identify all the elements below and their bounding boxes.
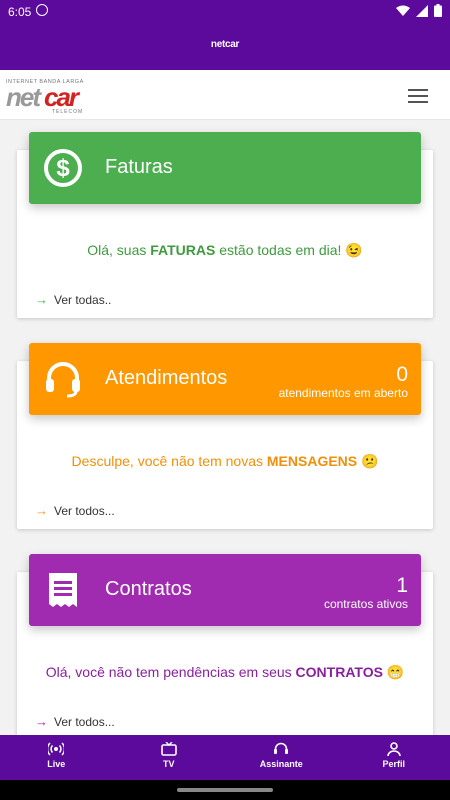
nav-assinante[interactable]: Assinante bbox=[225, 735, 338, 780]
atendimentos-title: Atendimentos bbox=[105, 367, 228, 389]
gesture-bar bbox=[0, 780, 450, 800]
headset-icon bbox=[46, 362, 80, 398]
contratos-count-label: contratos ativos bbox=[323, 597, 408, 611]
netcar-logo[interactable]: INTERNET BANDA LARGA net car TELECOM bbox=[6, 76, 98, 116]
faturas-card-header[interactable]: $ Faturas bbox=[29, 132, 421, 204]
contratos-count: 1 bbox=[396, 574, 408, 597]
svg-text:$: $ bbox=[56, 155, 70, 182]
atendimentos-count: 0 bbox=[396, 363, 408, 386]
app-header: INTERNET BANDA LARGA net car TELECOM bbox=[0, 70, 450, 120]
contratos-see-all-link[interactable]: → Ver todos... bbox=[35, 714, 115, 729]
contratos-title: Contratos bbox=[105, 578, 192, 600]
arrow-right-icon: → bbox=[35, 503, 48, 518]
dollar-icon: $ bbox=[44, 149, 82, 187]
faturas-card: $ Faturas Olá, suas FATURAS estão todas … bbox=[17, 132, 433, 318]
atendimentos-count-label: atendimentos em aberto bbox=[278, 386, 408, 400]
receipt-icon bbox=[49, 573, 77, 607]
svg-text:car: car bbox=[44, 82, 81, 112]
arrow-right-icon: → bbox=[35, 714, 48, 729]
contratos-card-header[interactable]: Contratos 1 contratos ativos bbox=[29, 554, 421, 626]
nav-perfil[interactable]: Perfil bbox=[338, 735, 450, 780]
app-title-bar: netcar bbox=[0, 24, 450, 70]
signal-icon bbox=[416, 4, 428, 17]
atendimentos-message: Desculpe, você não tem novas MENSAGENS 😕 bbox=[71, 453, 379, 469]
system-icons bbox=[396, 4, 442, 17]
atendimentos-card-header[interactable]: Atendimentos 0 atendimentos em aberto bbox=[29, 343, 421, 415]
home-gesture-handle[interactable] bbox=[177, 788, 273, 792]
status-time: 6:05 bbox=[8, 5, 32, 19]
atendimentos-card: Atendimentos 0 atendimentos em aberto De… bbox=[17, 343, 433, 529]
nav-live[interactable]: Live bbox=[0, 735, 113, 780]
svg-text:net: net bbox=[6, 82, 42, 112]
status-bar: 6:05 bbox=[0, 0, 450, 24]
bottom-nav: Live TV Assinante Perfil bbox=[0, 735, 450, 780]
person-icon bbox=[386, 742, 401, 756]
svg-text:TELECOM: TELECOM bbox=[52, 109, 83, 115]
wifi-icon bbox=[396, 5, 410, 16]
nav-tv[interactable]: TV bbox=[113, 735, 226, 780]
faturas-see-all-link[interactable]: → Ver todas.. bbox=[35, 292, 111, 307]
notification-icon bbox=[36, 4, 48, 16]
atendimentos-see-all-link[interactable]: → Ver todos... bbox=[35, 503, 115, 518]
contratos-card: Contratos 1 contratos ativos Olá, você n… bbox=[17, 554, 433, 735]
menu-icon[interactable] bbox=[408, 89, 428, 103]
arrow-right-icon: → bbox=[35, 292, 48, 307]
broadcast-icon bbox=[48, 742, 65, 756]
headset-icon bbox=[274, 742, 289, 754]
faturas-title: Faturas bbox=[105, 156, 173, 178]
faturas-message: Olá, suas FATURAS estão todas em dia! 😉 bbox=[87, 242, 363, 258]
app-title: netcar bbox=[210, 39, 240, 50]
battery-icon bbox=[434, 4, 442, 17]
tv-icon bbox=[160, 742, 177, 756]
contratos-message: Olá, você não tem pendências em seus CON… bbox=[45, 664, 405, 680]
dashboard-content[interactable]: $ Faturas Olá, suas FATURAS estão todas … bbox=[0, 120, 450, 735]
